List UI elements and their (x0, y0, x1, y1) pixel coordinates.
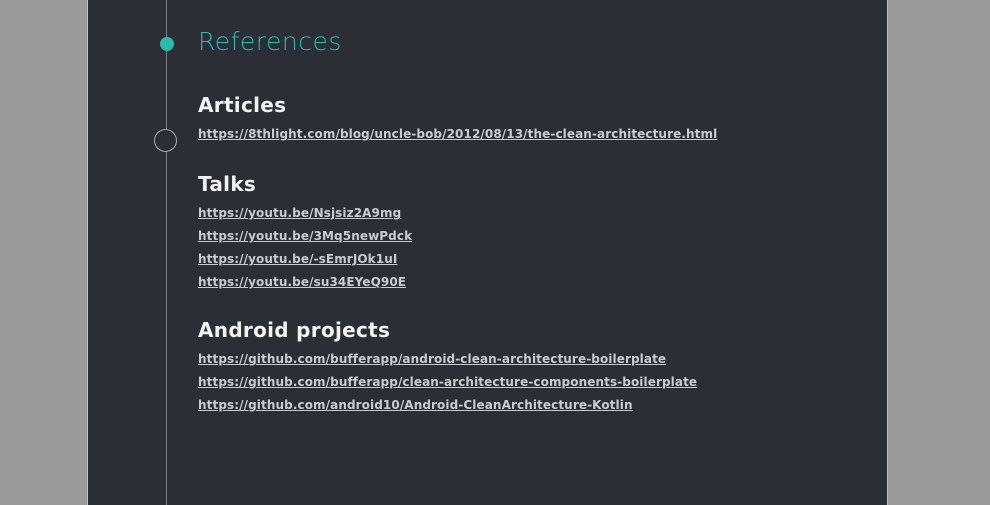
project-link[interactable]: https://github.com/android10/Android-Cle… (198, 394, 697, 417)
talk-link[interactable]: https://youtu.be/su34EYeQ90E (198, 271, 412, 294)
group-android-projects: Android projects https://github.com/buff… (198, 318, 697, 417)
article-link[interactable]: https://8thlight.com/blog/uncle-bob/2012… (198, 123, 717, 146)
section-title: References (198, 27, 342, 56)
group-articles: Articles https://8thlight.com/blog/uncle… (198, 93, 717, 146)
timeline-line (166, 0, 167, 505)
group-talks: Talks https://youtu.be/Nsjsiz2A9mg https… (198, 172, 412, 294)
project-link[interactable]: https://github.com/bufferapp/clean-archi… (198, 371, 697, 394)
project-link[interactable]: https://github.com/bufferapp/android-cle… (198, 348, 697, 371)
talk-link[interactable]: https://youtu.be/Nsjsiz2A9mg (198, 202, 412, 225)
talk-link[interactable]: https://youtu.be/3Mq5newPdck (198, 225, 412, 248)
talk-link[interactable]: https://youtu.be/-sEmrJOk1uI (198, 248, 412, 271)
document-page: References Articles https://8thlight.com… (87, 0, 888, 505)
timeline-dot-hollow-icon (154, 129, 177, 152)
group-heading-articles: Articles (198, 93, 287, 117)
group-heading-android-projects: Android projects (198, 318, 391, 342)
timeline-dot-filled-icon (160, 37, 174, 51)
group-heading-talks: Talks (198, 172, 257, 196)
